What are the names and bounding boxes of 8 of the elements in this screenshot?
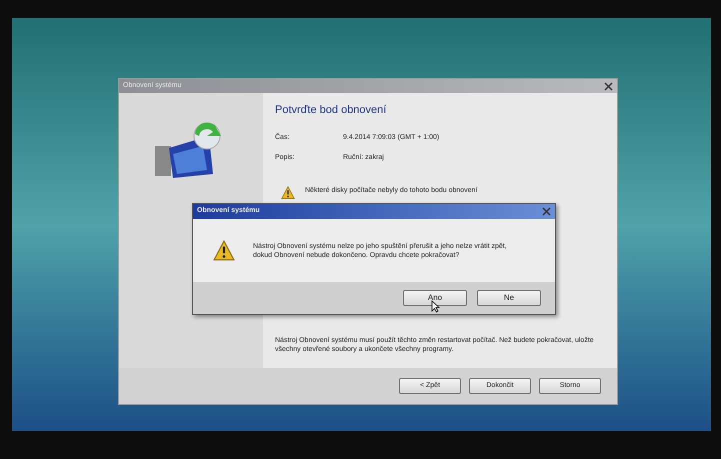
close-icon[interactable] xyxy=(542,207,551,216)
dialog-button[interactable]: Ano xyxy=(403,290,467,306)
warning-icon xyxy=(281,186,295,200)
mouse-cursor-icon xyxy=(431,300,440,313)
warning-icon xyxy=(213,240,235,262)
page-heading: Potvrďte bod obnovení xyxy=(275,103,388,118)
close-icon[interactable] xyxy=(604,82,613,90)
dialog-button[interactable]: Ne xyxy=(477,290,541,306)
